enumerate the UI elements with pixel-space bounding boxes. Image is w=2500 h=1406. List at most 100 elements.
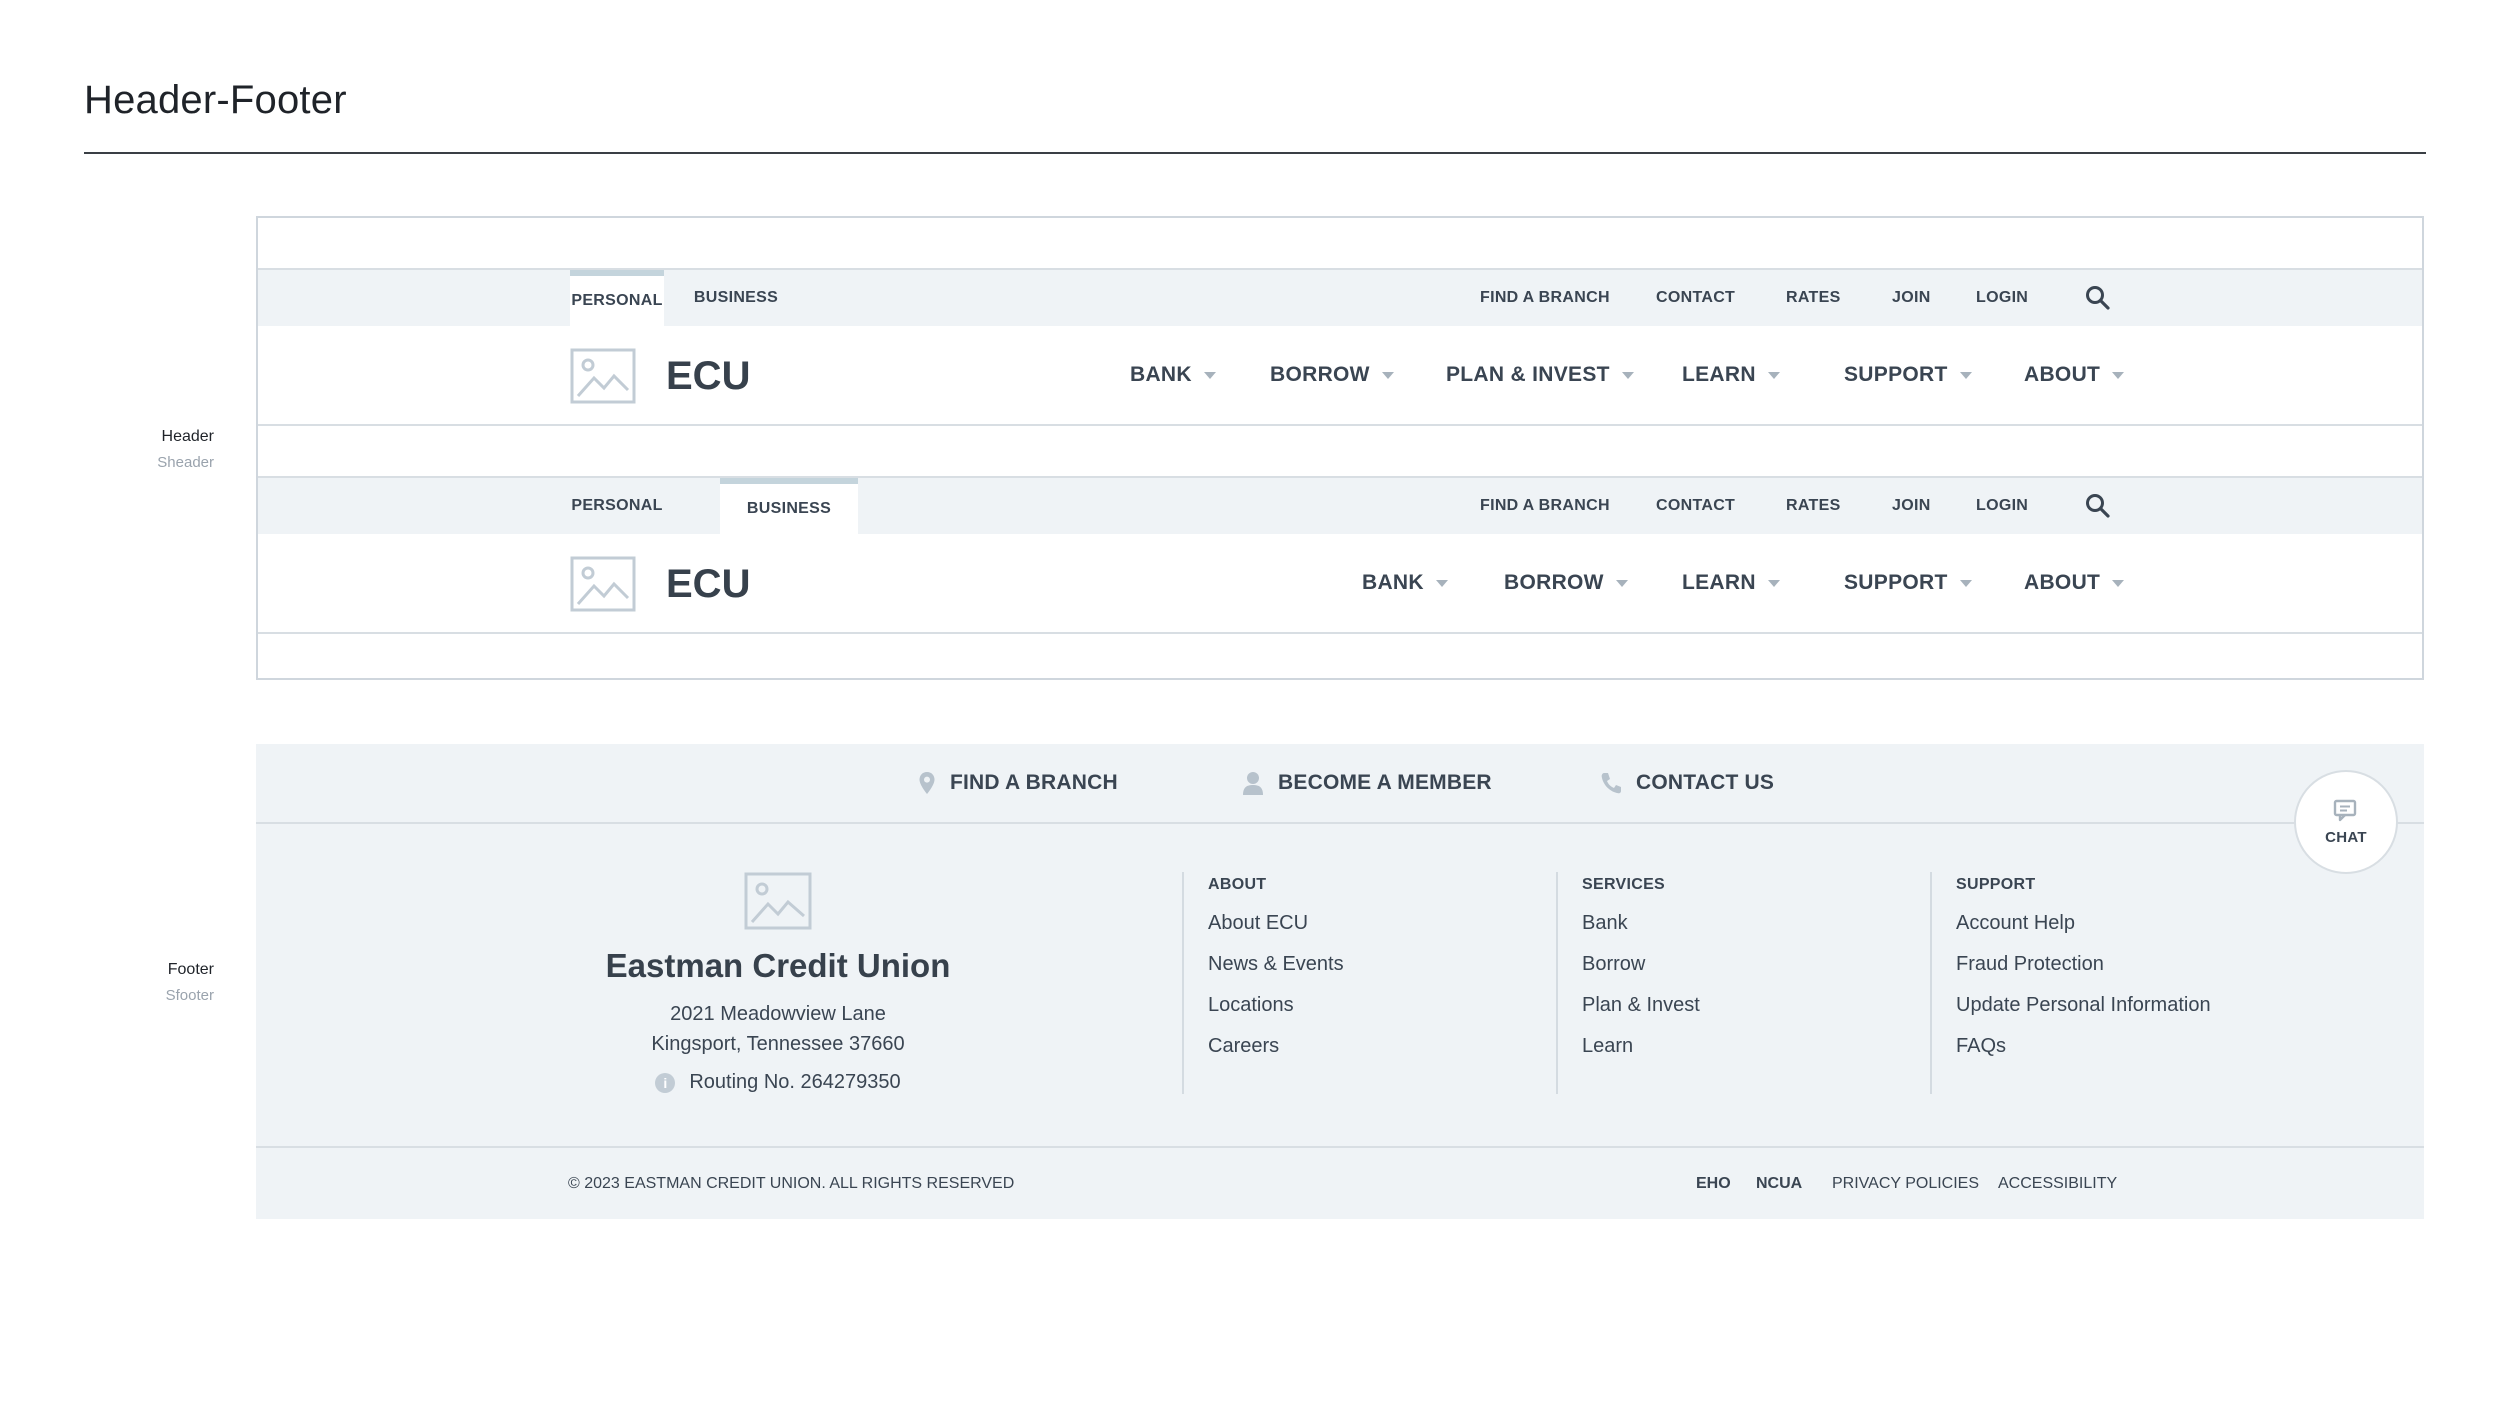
nav-about[interactable]: ABOUT <box>2024 534 2125 632</box>
legal-link-privacy[interactable]: PRIVACY POLICIES <box>1832 1148 1979 1219</box>
footer-label: Footer <box>167 961 214 978</box>
utility-rates[interactable]: RATES <box>1786 478 1841 534</box>
logo-text[interactable]: ECU <box>666 348 750 404</box>
phone-icon <box>1601 773 1621 794</box>
column-heading: SUPPORT <box>1956 876 2036 893</box>
footer-link[interactable]: Bank <box>1582 912 1930 935</box>
chevron-down-icon <box>2112 579 2125 587</box>
logo-text[interactable]: ECU <box>666 556 750 612</box>
chat-bubble-icon <box>2333 799 2357 821</box>
tab-business[interactable]: BUSINESS <box>664 270 808 326</box>
column-heading: ABOUT <box>1208 876 1267 893</box>
footer-link[interactable]: Update Personal Information <box>1956 994 2350 1017</box>
footer-link[interactable]: Fraud Protection <box>1956 953 2350 976</box>
address-line-2: Kingsport, Tennessee 37660 <box>651 1033 905 1055</box>
footer-link[interactable]: Borrow <box>1582 953 1930 976</box>
header-section-label: Header Sheader <box>74 428 214 471</box>
routing-number: i Routing No. 264279350 <box>568 1071 988 1094</box>
utility-login[interactable]: LOGIN <box>1976 270 2028 326</box>
utility-bar: PERSONAL BUSINESS FIND A BRANCH CONTACT … <box>258 270 2422 326</box>
chevron-down-icon <box>1767 371 1780 379</box>
header-sublabel: Sheader <box>157 454 214 471</box>
footer-link[interactable]: News & Events <box>1208 953 1556 976</box>
footer-column-support: SUPPORT Account Help Fraud Protection Up… <box>1930 872 2350 1094</box>
cta-find-a-branch[interactable]: FIND A BRANCH <box>918 744 1118 822</box>
tab-personal[interactable]: PERSONAL <box>570 478 664 534</box>
column-heading: SERVICES <box>1582 876 1666 893</box>
chevron-down-icon <box>1203 371 1216 379</box>
footer-link[interactable]: Careers <box>1208 1035 1556 1058</box>
footer-link[interactable]: Account Help <box>1956 912 2350 935</box>
search-icon[interactable] <box>2084 492 2112 520</box>
cta-contact-us[interactable]: CONTACT US <box>1600 744 1774 822</box>
nav-bank[interactable]: BANK <box>1130 326 1216 424</box>
utility-find-a-branch[interactable]: FIND A BRANCH <box>1480 478 1610 534</box>
tab-business[interactable]: BUSINESS <box>720 478 858 534</box>
search-icon[interactable] <box>2084 284 2112 312</box>
person-icon <box>1243 772 1263 795</box>
nav-support[interactable]: SUPPORT <box>1844 326 1972 424</box>
brand-address: 2021 Meadowview Lane Kingsport, Tennesse… <box>568 999 988 1059</box>
footer-section-label: Footer Sfooter <box>74 961 214 1004</box>
footer-cta-band: FIND A BRANCH BECOME A MEMBER CONTACT US <box>256 744 2424 824</box>
main-nav-bar: ECU BANK BORROW PLAN & INVEST LEARN SUPP… <box>258 326 2422 426</box>
location-pin-icon <box>919 772 935 794</box>
header-business: PERSONAL BUSINESS FIND A BRANCH CONTACT … <box>258 476 2422 634</box>
nav-support[interactable]: SUPPORT <box>1844 534 1972 632</box>
chat-button[interactable]: CHAT <box>2294 770 2398 874</box>
footer-link[interactable]: FAQs <box>1956 1035 2350 1058</box>
footer-legal-bar: © 2023 EASTMAN CREDIT UNION. ALL RIGHTS … <box>256 1146 2424 1219</box>
info-icon: i <box>655 1072 676 1093</box>
title-divider <box>84 152 2426 154</box>
utility-join[interactable]: JOIN <box>1892 478 1931 534</box>
chevron-down-icon <box>1621 371 1634 379</box>
chevron-down-icon <box>2112 371 2125 379</box>
page-title: Header-Footer <box>84 78 347 122</box>
nav-borrow[interactable]: BORROW <box>1270 326 1394 424</box>
brand-name: Eastman Credit Union <box>605 947 951 984</box>
footer-column-about: ABOUT About ECU News & Events Locations … <box>1182 872 1556 1094</box>
utility-bar: PERSONAL BUSINESS FIND A BRANCH CONTACT … <box>258 478 2422 534</box>
chevron-down-icon <box>1435 579 1448 587</box>
logo-image-icon[interactable] <box>570 556 636 612</box>
utility-contact[interactable]: CONTACT <box>1656 270 1735 326</box>
nav-bank[interactable]: BANK <box>1362 534 1448 632</box>
main-nav-bar: ECU BANK BORROW LEARN SUPPORT ABOUT <box>258 534 2422 634</box>
header-label: Header <box>161 428 214 445</box>
legal-link-ncua[interactable]: NCUA <box>1756 1148 1802 1219</box>
legal-link-accessibility[interactable]: ACCESSIBILITY <box>1998 1148 2117 1219</box>
utility-join[interactable]: JOIN <box>1892 270 1931 326</box>
chat-label: CHAT <box>2325 828 2367 846</box>
address-line-1: 2021 Meadowview Lane <box>670 1003 886 1025</box>
footer-link[interactable]: About ECU <box>1208 912 1556 935</box>
header-personal: PERSONAL BUSINESS FIND A BRANCH CONTACT … <box>258 268 2422 426</box>
chevron-down-icon <box>1767 579 1780 587</box>
footer-sublabel: Sfooter <box>165 987 214 1004</box>
chevron-down-icon <box>1959 371 1972 379</box>
nav-borrow[interactable]: BORROW <box>1504 534 1628 632</box>
chevron-down-icon <box>1381 371 1394 379</box>
cta-become-a-member[interactable]: BECOME A MEMBER <box>1242 744 1492 822</box>
utility-contact[interactable]: CONTACT <box>1656 478 1735 534</box>
footer-link[interactable]: Learn <box>1582 1035 1930 1058</box>
utility-rates[interactable]: RATES <box>1786 270 1841 326</box>
utility-find-a-branch[interactable]: FIND A BRANCH <box>1480 270 1610 326</box>
nav-learn[interactable]: LEARN <box>1682 534 1780 632</box>
copyright: © 2023 EASTMAN CREDIT UNION. ALL RIGHTS … <box>568 1174 1015 1192</box>
tab-personal[interactable]: PERSONAL <box>570 270 664 326</box>
footer-link[interactable]: Locations <box>1208 994 1556 1017</box>
chevron-down-icon <box>1615 579 1628 587</box>
logo-image-icon[interactable] <box>744 872 812 930</box>
header-frame: PERSONAL BUSINESS FIND A BRANCH CONTACT … <box>256 216 2424 680</box>
chevron-down-icon <box>1959 579 1972 587</box>
footer: FIND A BRANCH BECOME A MEMBER CONTACT US… <box>256 744 2424 1219</box>
footer-brand: Eastman Credit Union 2021 Meadowview Lan… <box>568 872 988 1094</box>
footer-column-services: SERVICES Bank Borrow Plan & Invest Learn <box>1556 872 1930 1094</box>
footer-link[interactable]: Plan & Invest <box>1582 994 1930 1017</box>
nav-about[interactable]: ABOUT <box>2024 326 2125 424</box>
utility-login[interactable]: LOGIN <box>1976 478 2028 534</box>
nav-plan-invest[interactable]: PLAN & INVEST <box>1446 326 1634 424</box>
logo-image-icon[interactable] <box>570 348 636 404</box>
nav-learn[interactable]: LEARN <box>1682 326 1780 424</box>
legal-link-eho[interactable]: EHO <box>1696 1148 1731 1219</box>
